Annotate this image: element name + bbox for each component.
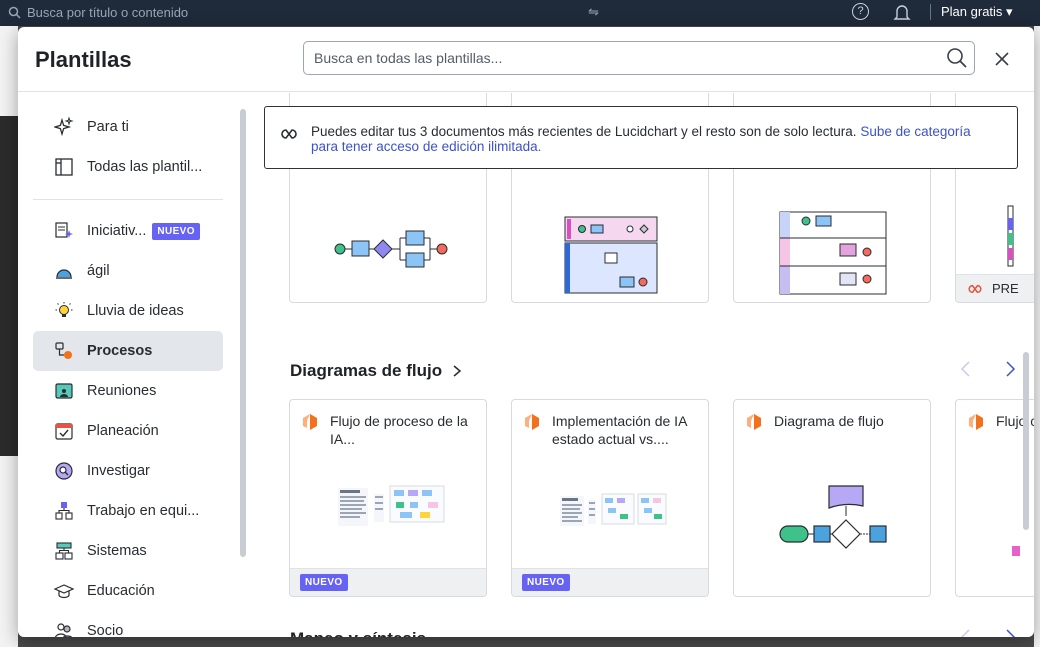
sidebar-item-label: Para ti — [87, 119, 129, 135]
sidebar-item-label: Socio — [87, 623, 124, 637]
document-preview — [560, 493, 667, 526]
sidebar-item-label: ágil — [87, 263, 110, 279]
search-icon — [8, 6, 21, 19]
infinity-link-icon — [281, 129, 297, 139]
read-only-banner: Puedes editar tus 3 documentos más recie… — [264, 106, 1018, 169]
carousel-prev-icon[interactable] — [956, 359, 976, 379]
systems-icon — [53, 540, 75, 562]
sidebar-item-label: Trabajo en equi... — [87, 503, 200, 519]
templates-content: Puedes editar tus 3 documentos más recie… — [254, 93, 1034, 637]
sidebar-item-ai-initiatives[interactable]: Iniciativ... NUEVO — [33, 211, 223, 251]
sidebar-item-research[interactable]: Investigar — [33, 451, 223, 491]
card-title: Diagrama de flujo — [774, 413, 884, 429]
card-footer: PRE — [956, 274, 1034, 302]
lucid-logo-icon — [303, 414, 317, 430]
template-search-input[interactable] — [314, 48, 914, 68]
card-title: Implementación de IA estado actual vs...… — [552, 413, 687, 447]
card-footer: NUEVO — [512, 568, 708, 596]
sparkle-icon — [53, 116, 75, 138]
search-icon[interactable] — [946, 47, 968, 69]
ai-initiative-icon — [53, 220, 75, 242]
sidebar-item-for-you[interactable]: Para ti — [33, 107, 223, 147]
app-top-bar: Busca por título o contenido ⇋ ? Plan gr… — [0, 0, 1040, 26]
process-icon — [53, 340, 75, 362]
template-card[interactable]: Flujo de proceso de la IA... NUEVO — [289, 399, 487, 597]
new-badge: NUEVO — [152, 222, 200, 240]
lightbulb-icon — [53, 300, 75, 322]
sidebar-item-education[interactable]: Educación — [33, 571, 223, 611]
sidebar-item-partner[interactable]: Socio — [33, 611, 223, 637]
bell-icon[interactable] — [893, 3, 911, 23]
banner-message: Puedes editar tus 3 documentos más recie… — [311, 124, 861, 139]
sidebar-item-label: Todas las plantil... — [87, 159, 203, 175]
agile-icon — [53, 260, 75, 282]
carousel-next-icon[interactable] — [1000, 627, 1020, 637]
meeting-icon — [53, 380, 75, 402]
lucid-logo-icon — [747, 414, 761, 430]
team-icon — [53, 500, 75, 522]
new-badge: NUEVO — [522, 574, 570, 591]
sidebar-item-meetings[interactable]: Reuniones — [33, 371, 223, 411]
sidebar-scrollbar[interactable] — [240, 109, 246, 557]
card-title: Flujo de proceso de la IA... — [330, 413, 468, 447]
sidebar-item-label: Procesos — [87, 343, 153, 359]
background-panel — [0, 116, 18, 456]
sidebar-item-label: Lluvia de ideas — [87, 303, 184, 319]
lucid-logo-icon — [969, 414, 983, 430]
premium-text: PRE — [992, 281, 1019, 296]
plan-dropdown[interactable]: Plan gratis ▾ — [930, 4, 1013, 20]
sidebar-divider — [33, 199, 223, 200]
sidebar-item-label: Investigar — [87, 463, 150, 479]
background-panel — [0, 26, 18, 116]
app-search[interactable]: Busca por título o contenido — [8, 5, 188, 20]
flowchart-preview — [779, 485, 887, 549]
premium-label: PRE — [966, 281, 1019, 296]
lucid-logo-icon — [525, 414, 539, 430]
sidebar-item-all-templates[interactable]: Todas las plantil... — [33, 147, 223, 187]
content-scrollbar[interactable] — [1023, 352, 1029, 530]
premium-icon — [968, 284, 982, 293]
modal-title: Plantillas — [35, 47, 132, 72]
partner-icon — [53, 620, 75, 637]
card-footer: NUEVO — [290, 568, 486, 596]
research-icon — [53, 460, 75, 482]
template-search[interactable] — [303, 41, 975, 75]
flowchart-preview — [1012, 546, 1020, 556]
sidebar-item-label: Educación — [87, 583, 155, 599]
sidebar-item-agile[interactable]: ágil — [33, 251, 223, 291]
graduation-cap-icon — [53, 580, 75, 602]
close-icon[interactable] — [990, 47, 1014, 71]
chevron-right-icon — [453, 365, 462, 377]
section-title-mapping[interactable]: Mapeo y síntesis — [290, 629, 426, 637]
layout-icon — [53, 156, 75, 178]
sidebar-item-teamwork[interactable]: Trabajo en equi... — [33, 491, 223, 531]
background-panel — [0, 456, 18, 647]
sidebar-item-label: Iniciativ... — [87, 223, 147, 239]
section-title-text: Mapeo y síntesis — [290, 629, 426, 637]
carousel-next-icon[interactable] — [1000, 359, 1020, 379]
document-preview — [338, 485, 445, 526]
template-card[interactable]: Implementación de IA estado actual vs...… — [511, 399, 709, 597]
new-badge: NUEVO — [300, 574, 348, 591]
sidebar-item-label: Planeación — [87, 423, 159, 439]
templates-modal: Plantillas Para ti Todas las plantil... … — [18, 27, 1034, 637]
carousel-prev-icon[interactable] — [956, 627, 976, 637]
sidebar-item-systems[interactable]: Sistemas — [33, 531, 223, 571]
banner-text: Puedes editar tus 3 documentos más recie… — [311, 124, 1001, 154]
sidebar-item-brainstorm[interactable]: Lluvia de ideas — [33, 291, 223, 331]
sidebar-item-planning[interactable]: Planeación — [33, 411, 223, 451]
category-sidebar: Para ti Todas las plantil... Iniciativ..… — [18, 93, 246, 637]
template-card[interactable]: Diagrama de flujo — [733, 399, 931, 597]
calendar-check-icon — [53, 420, 75, 442]
sidebar-item-processes[interactable]: Procesos — [33, 331, 223, 371]
background-panel — [1034, 26, 1040, 647]
modal-header: Plantillas — [18, 27, 1034, 92]
sidebar-item-label: Reuniones — [87, 383, 157, 399]
app-search-placeholder: Busca por título o contenido — [27, 5, 189, 20]
help-icon[interactable]: ? — [852, 3, 869, 20]
section-title-text: Diagramas de flujo — [290, 361, 443, 380]
section-title-flowcharts[interactable]: Diagramas de flujo — [290, 361, 462, 381]
filter-icon[interactable]: ⇋ — [588, 4, 599, 20]
sidebar-item-label: Sistemas — [87, 543, 147, 559]
